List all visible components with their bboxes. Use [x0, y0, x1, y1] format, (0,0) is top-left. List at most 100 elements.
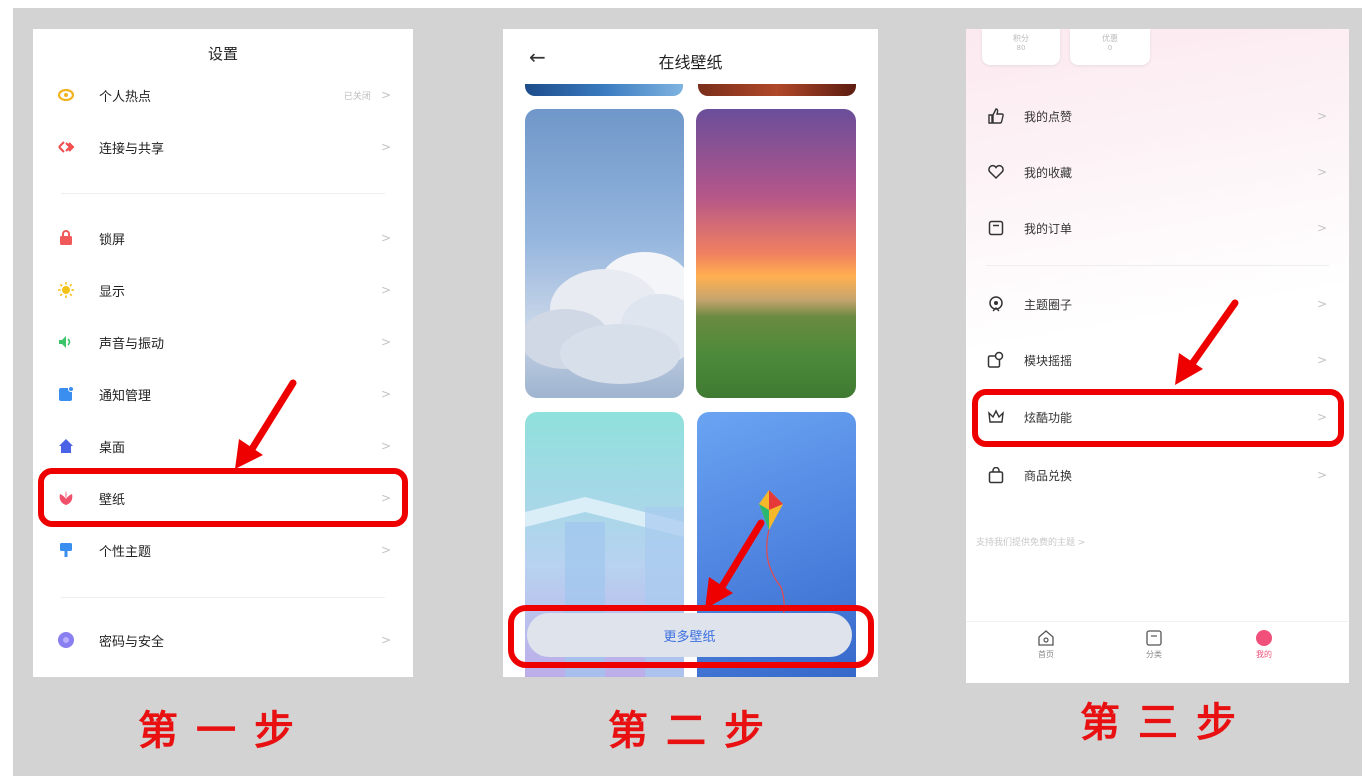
- chevron-right-icon: >: [1316, 410, 1327, 424]
- menu-item-likes[interactable]: 我的点赞 >: [966, 88, 1349, 144]
- settings-item-connection[interactable]: 连接与共享 >: [33, 121, 413, 173]
- hotspot-icon: [57, 86, 75, 104]
- wallpaper-thumbnail-top-left[interactable]: [525, 84, 683, 96]
- settings-item-label: 密码与安全: [99, 634, 165, 650]
- heart-icon: [986, 162, 1006, 182]
- settings-item-theme[interactable]: 个性主题 >: [33, 524, 413, 576]
- chevron-right-icon: >: [1316, 297, 1327, 311]
- speaker-icon: [57, 333, 75, 351]
- settings-item-label: 个人热点: [99, 89, 152, 105]
- settings-title: 设置: [207, 45, 238, 63]
- menu-item-cool-features[interactable]: 炫酷功能 >: [966, 389, 1349, 445]
- settings-item-notifications[interactable]: 通知管理 >: [33, 368, 413, 420]
- step-two-caption: 第二步: [608, 708, 782, 754]
- settings-item-label: 壁纸: [99, 492, 126, 508]
- menu-item-label: 我的订单: [1024, 221, 1073, 236]
- menu-item-orders[interactable]: 我的订单 >: [966, 200, 1349, 256]
- settings-item-label: 声音与振动: [99, 336, 165, 352]
- notification-icon: [57, 385, 75, 403]
- settings-item-desktop[interactable]: 桌面 >: [33, 420, 413, 472]
- settings-item-hotspot[interactable]: 个人热点 已关闭 >: [33, 69, 413, 121]
- shopping-bag-icon: [986, 465, 1006, 485]
- chevron-right-icon: >: [380, 633, 391, 647]
- chevron-right-icon: >: [380, 140, 391, 154]
- menu-item-label: 主题圈子: [1024, 297, 1073, 312]
- divider: [61, 597, 385, 598]
- chevron-right-icon: >: [1316, 221, 1327, 235]
- lock-icon: [57, 229, 75, 247]
- chevron-right-icon: >: [1316, 353, 1327, 367]
- wallpaper-flower-icon: [57, 489, 75, 507]
- module-icon: [986, 350, 1006, 370]
- settings-item-label: 连接与共享: [99, 141, 165, 157]
- nav-home[interactable]: 首页: [1026, 629, 1066, 660]
- menu-item-module[interactable]: 模块摇摇 >: [966, 332, 1349, 388]
- menu-item-theme-circle[interactable]: 主题圈子 >: [966, 276, 1349, 332]
- chevron-right-icon: >: [380, 335, 391, 349]
- profile-nav-icon: [1256, 630, 1272, 646]
- settings-item-display[interactable]: 显示 >: [33, 264, 413, 316]
- coupon-card-value: 0: [1107, 44, 1113, 52]
- wallpaper-thumbnail-top-right[interactable]: [698, 84, 856, 96]
- menu-item-label: 炫酷功能: [1024, 410, 1073, 425]
- theme-brush-icon: [57, 541, 75, 559]
- settings-item-wallpaper[interactable]: 壁纸 >: [33, 472, 413, 524]
- settings-item-label: 显示: [99, 284, 126, 300]
- nav-category-label: 分类: [1146, 650, 1162, 659]
- nav-profile[interactable]: 我的: [1244, 629, 1284, 660]
- crown-icon: [986, 407, 1006, 427]
- home-nav-icon: [1038, 630, 1054, 646]
- chevron-right-icon: >: [1316, 165, 1327, 179]
- chevron-right-icon: >: [380, 543, 391, 557]
- points-card-label: 积分: [1013, 34, 1029, 43]
- support-link[interactable]: 支持我们提供免费的主题 >: [976, 535, 1085, 548]
- menu-item-label: 商品兑换: [1024, 468, 1073, 483]
- chevron-right-icon: >: [380, 439, 391, 453]
- step-three-caption: 第三步: [1080, 700, 1254, 746]
- sun-icon: [57, 281, 75, 299]
- coupon-card-label: 优惠: [1102, 34, 1118, 43]
- chevron-right-icon: >: [380, 231, 391, 245]
- points-card-value: 80: [1016, 44, 1026, 52]
- settings-item-sound[interactable]: 声音与振动 >: [33, 316, 413, 368]
- menu-item-label: 我的收藏: [1024, 165, 1073, 180]
- bottom-nav-divider: [966, 621, 1349, 622]
- chevron-right-icon: >: [380, 88, 391, 102]
- settings-item-label: 通知管理: [99, 388, 152, 404]
- security-icon: [57, 631, 75, 649]
- online-wallpaper-title: 在线壁纸: [658, 53, 723, 72]
- menu-item-label: 我的点赞: [1024, 109, 1073, 124]
- chevron-right-icon: >: [1316, 109, 1327, 123]
- menu-item-label: 模块摇摇: [1024, 353, 1073, 368]
- nav-category[interactable]: 分类: [1134, 629, 1174, 660]
- nav-profile-label: 我的: [1256, 650, 1272, 659]
- online-wallpaper-panel: ← 在线壁纸 更多壁纸: [503, 29, 878, 677]
- chevron-right-icon: >: [380, 491, 391, 505]
- wallpaper-thumbnail-sunset[interactable]: [696, 109, 856, 398]
- home-icon: [57, 437, 75, 455]
- more-wallpapers-button[interactable]: 更多壁纸: [527, 613, 852, 657]
- settings-item-label: 桌面: [99, 440, 126, 456]
- settings-panel: 设置 个人热点 已关闭 > 连接与共享 > 锁屏 > 显示 > 声音与振动 > …: [33, 29, 413, 677]
- settings-item-lockscreen[interactable]: 锁屏 >: [33, 212, 413, 264]
- nav-home-label: 首页: [1038, 650, 1054, 659]
- coupon-card[interactable]: 优惠 0: [1070, 29, 1150, 65]
- points-card[interactable]: 积分 80: [982, 29, 1060, 65]
- chevron-right-icon: >: [380, 283, 391, 297]
- menu-item-favorites[interactable]: 我的收藏 >: [966, 144, 1349, 200]
- divider: [986, 265, 1329, 266]
- settings-item-security[interactable]: 密码与安全 >: [33, 614, 413, 666]
- circle-icon: [986, 294, 1006, 314]
- connection-icon: [57, 138, 75, 156]
- settings-item-label: 锁屏: [99, 232, 126, 248]
- settings-item-label: 个性主题: [99, 544, 152, 560]
- more-wallpapers-label: 更多壁纸: [663, 629, 716, 645]
- chevron-right-icon: >: [380, 387, 391, 401]
- hotspot-status: 已关闭: [343, 91, 371, 102]
- thumbs-up-icon: [986, 106, 1006, 126]
- divider: [61, 193, 385, 194]
- theme-mine-panel: 积分 80 优惠 0 我的点赞 > 我的收藏 > 我的订单 > 主题圈子 > 模…: [966, 29, 1349, 683]
- order-icon: [986, 218, 1006, 238]
- menu-item-exchange[interactable]: 商品兑换 >: [966, 447, 1349, 503]
- wallpaper-thumbnail-clouds[interactable]: [525, 109, 684, 398]
